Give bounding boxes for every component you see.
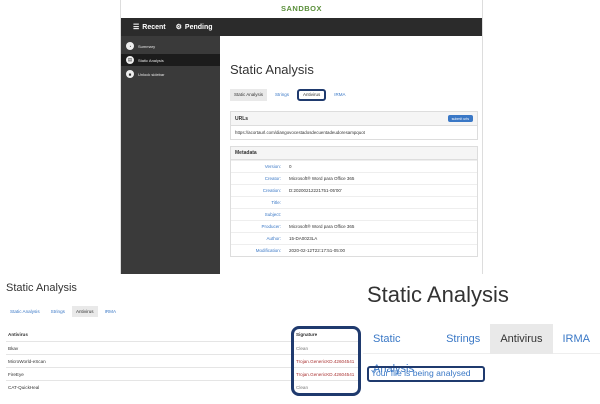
metadata-value: 2020-02-12T22:17:51-05:00 — [289, 248, 346, 253]
page-title: Static Analysis — [230, 62, 314, 77]
tab-bar: Static Analysis Strings Antivirus IRMA — [363, 323, 600, 375]
tab-antivirus[interactable]: Antivirus — [297, 89, 327, 101]
column-header-antivirus: Antivirus — [8, 332, 28, 337]
sandbox-window: SANDBOX ☰ Recent ⚙ Pending ◔ Summary ▤ S… — [120, 0, 483, 274]
sidebar-item-label: Unlock sidebar — [138, 71, 165, 77]
tab-irma[interactable]: IRMA — [101, 306, 120, 317]
gears-icon: ⚙ — [175, 24, 182, 31]
tab-antivirus[interactable]: Antivirus — [71, 306, 98, 317]
top-navbar: ☰ Recent ⚙ Pending — [121, 18, 482, 36]
metadata-row: Author: 15-DA0023LA — [231, 232, 477, 244]
tab-strings[interactable]: Strings — [436, 324, 490, 354]
metadata-row: Creation: D:20200212221751-05'00' — [231, 184, 477, 196]
metadata-value: Microsoft® Word para Office 365 — [289, 176, 355, 181]
tab-static-analysis[interactable]: Static Analysis — [230, 89, 268, 101]
av-name: CAT-QuickHeal — [8, 384, 40, 390]
metadata-header: Metadata — [231, 147, 477, 160]
lock-icon: ■ — [126, 70, 134, 78]
tab-strings[interactable]: Strings — [271, 89, 293, 101]
tab-irma[interactable]: IRMA — [553, 324, 600, 354]
nav-recent-label: Recent — [142, 23, 166, 31]
sidebar-item-label: Static Analysis — [138, 57, 164, 63]
av-name: MicroWorld-eScan — [8, 358, 46, 364]
metadata-row: Title: — [231, 196, 477, 208]
nav-recent[interactable]: ☰ Recent — [133, 23, 166, 32]
metadata-key: Producer: — [261, 224, 281, 229]
av-name: Bkav — [8, 345, 19, 351]
urls-header: URLs submit urls — [231, 112, 477, 126]
metadata-value: Microsoft® Word para Office 365 — [289, 224, 355, 229]
tab-antivirus[interactable]: Antivirus — [490, 323, 553, 354]
dashboard-icon: ◔ — [126, 42, 134, 50]
metadata-value: 0 — [289, 164, 292, 169]
metadata-row: Producer: Microsoft® Word para Office 36… — [231, 220, 477, 232]
document-icon: ▤ — [126, 56, 134, 64]
nav-pending[interactable]: ⚙ Pending — [175, 23, 213, 32]
sidebar-item-summary[interactable]: ◔ Summary — [121, 40, 220, 52]
sidebar-item-label: Summary — [138, 43, 156, 49]
metadata-card: Metadata Version: 0 Creator: Microsoft® … — [230, 146, 478, 257]
composite-screenshot: SANDBOX ☰ Recent ⚙ Pending ◔ Summary ▤ S… — [0, 0, 600, 404]
metadata-key: Title: — [271, 200, 281, 205]
tab-bar: Static Analysis Strings Antivirus IRMA — [230, 89, 482, 101]
av-name: FireEye — [8, 371, 24, 377]
brand-logo: SANDBOX — [121, 0, 482, 18]
analysis-status-message: Your file is being analysed — [367, 366, 485, 382]
url-value[interactable]: https://acortaurl.com/diangovocestadosde… — [231, 126, 477, 139]
main-content: Static Analysis Static Analysis Strings … — [220, 36, 482, 274]
metadata-key: Author: — [266, 236, 281, 241]
sidebar-item-static-analysis[interactable]: ▤ Static Analysis — [121, 54, 220, 66]
metadata-row: Creator: Microsoft® Word para Office 365 — [231, 172, 477, 184]
sidebar: ◔ Summary ▤ Static Analysis ■ Unlock sid… — [121, 36, 220, 274]
urls-card: URLs submit urls https://acortaurl.com/d… — [230, 111, 478, 140]
urls-title: URLs — [235, 115, 249, 122]
metadata-row: Version: 0 — [231, 160, 477, 172]
tab-bar: Static Analysis Strings Antivirus IRMA — [6, 306, 120, 317]
list-icon: ☰ — [133, 24, 140, 31]
metadata-key: Version: — [264, 164, 281, 169]
page-title: Static Analysis — [6, 282, 77, 294]
metadata-value: 15-DA0023LA — [289, 236, 318, 241]
metadata-key: Subject: — [264, 212, 281, 217]
metadata-key: Creator: — [264, 176, 281, 181]
tab-irma[interactable]: IRMA — [330, 89, 349, 101]
tab-static-analysis[interactable]: Static Analysis — [363, 324, 436, 375]
metadata-value: D:20200212221751-05'00' — [289, 188, 342, 193]
nav-pending-label: Pending — [184, 23, 213, 31]
metadata-row: Modification: 2020-02-12T22:17:51-05:00 — [231, 244, 477, 256]
tab-strings[interactable]: Strings — [47, 306, 69, 317]
metadata-row: Subject: — [231, 208, 477, 220]
signature-highlight-box — [291, 326, 361, 396]
submit-urls-button[interactable]: submit urls — [447, 115, 473, 122]
page-title: Static Analysis — [367, 282, 509, 307]
metadata-key: Creation: — [262, 188, 281, 193]
tab-static-analysis[interactable]: Static Analysis — [6, 306, 44, 317]
sidebar-item-unlock[interactable]: ■ Unlock sidebar — [121, 68, 220, 80]
metadata-key: Modification: — [255, 248, 281, 253]
zoomed-antivirus-panel: Static Analysis Static Analysis Strings … — [363, 276, 600, 404]
